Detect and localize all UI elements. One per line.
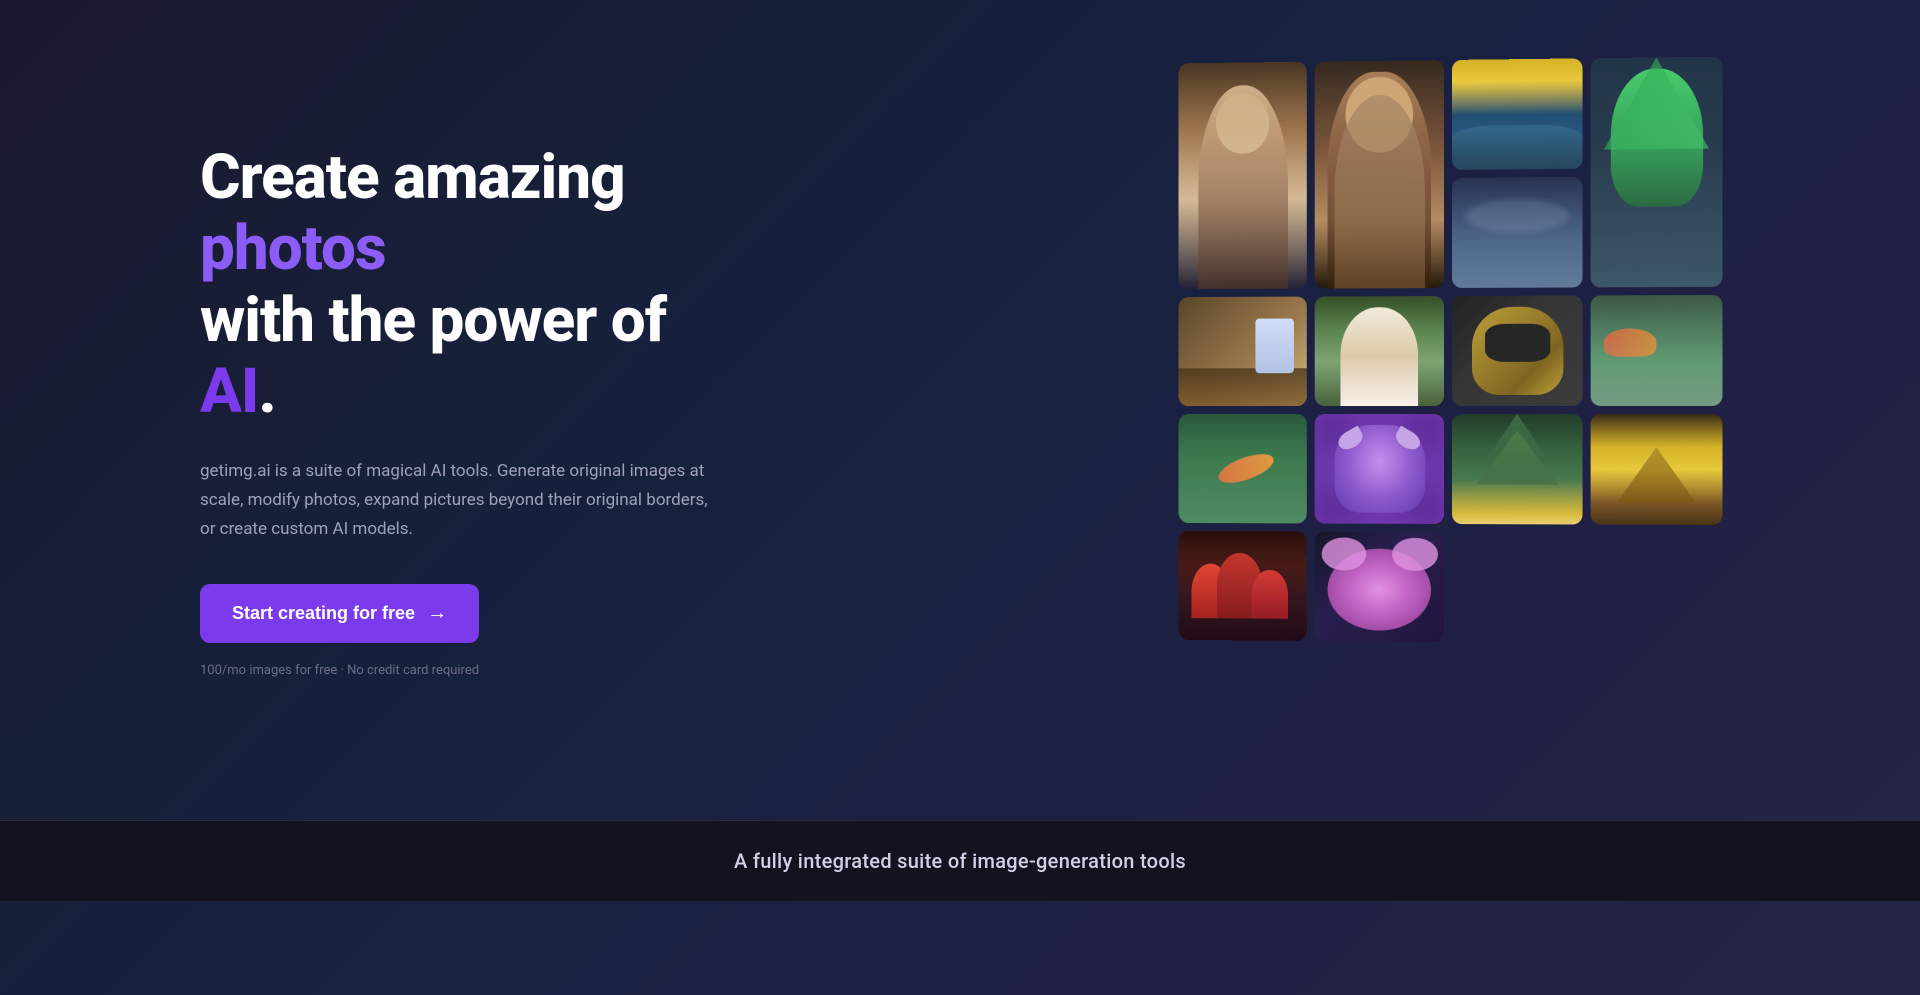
grid-image-ocean-sky [1452,58,1583,170]
grid-image-glowing-cat [1315,414,1444,524]
grid-image-curly-hair-man [1315,60,1444,289]
title-part1: Create amazing [200,141,625,214]
grid-image-skull-sculpture [1452,295,1583,406]
cta-arrow-icon: → [427,602,447,625]
hero-right-images [800,60,1720,760]
grid-image-bedroom [1179,297,1307,406]
hero-description: getimg.ai is a suite of magical AI tools… [200,457,720,544]
hero-section: Create amazing photos with the power of … [0,0,1920,820]
grid-image-portrait-man-suit [1179,62,1307,289]
cta-note: 100/mo images for free · No credit card … [200,663,740,678]
title-highlight-ai: AI [200,355,258,428]
hero-title: Create amazing photos with the power of … [200,142,740,427]
grid-image-enchanted-forest [1452,414,1583,525]
title-part2: with the power of [200,284,666,357]
cta-container: Start creating for free → 100/mo images … [200,584,740,678]
grid-image-mushroom-forest [1179,531,1307,641]
hero-left-content: Create amazing photos with the power of … [200,142,800,678]
grid-image-glowing-hamster [1315,531,1444,642]
title-highlight-photos: photos [200,212,386,285]
bottom-bar: A fully integrated suite of image-genera… [0,820,1920,901]
grid-image-koi-pond-1 [1591,295,1723,406]
grid-image-cloudy-sky [1452,177,1583,288]
image-grid [1179,57,1723,764]
cta-button[interactable]: Start creating for free → [200,584,479,643]
page-wrapper: Create amazing photos with the power of … [0,0,1920,995]
grid-image-koi-pond-2 [1179,414,1307,523]
grid-image-anime-character [1591,57,1723,288]
bottom-bar-text: A fully integrated suite of image-genera… [0,849,1920,873]
grid-image-fantasy-woman [1315,296,1444,406]
grid-image-ancient-pyramid [1591,414,1723,525]
title-period: . [258,355,275,428]
cta-button-label: Start creating for free [232,603,415,624]
